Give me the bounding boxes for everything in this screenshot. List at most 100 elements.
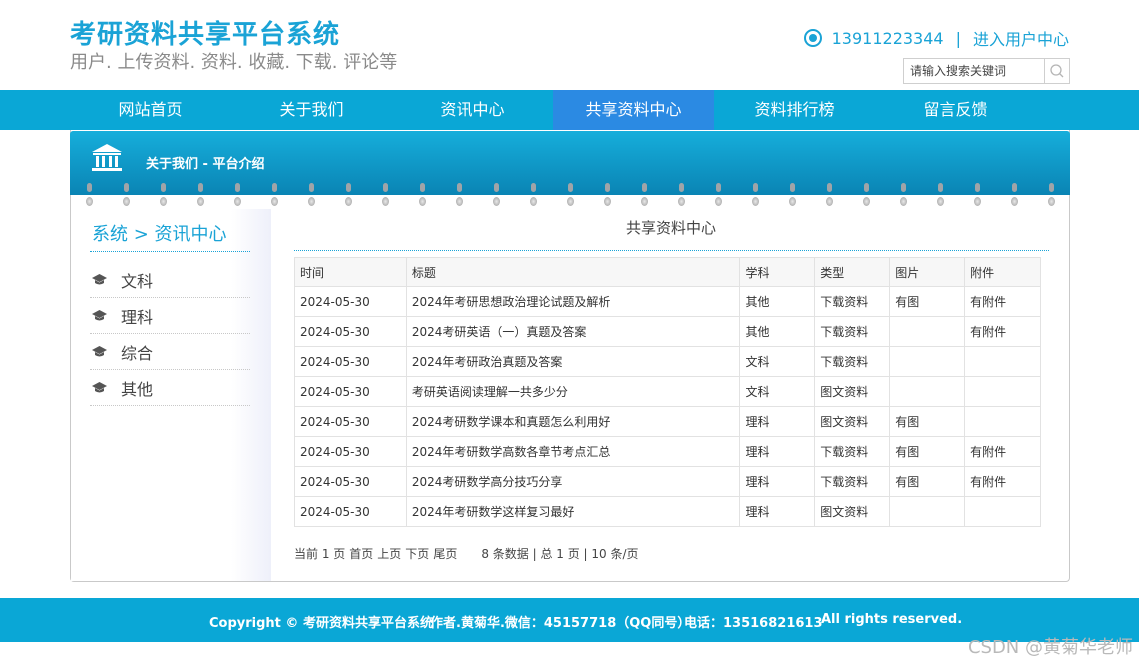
binder-ring <box>493 183 500 207</box>
cell-image <box>889 376 966 407</box>
cell-time: 2024-05-30 <box>294 286 407 317</box>
target-icon <box>803 29 822 47</box>
sidebar-item-general[interactable]: 综合 <box>90 334 250 370</box>
bank-icon <box>92 144 122 171</box>
cell-image: 有图 <box>889 436 966 467</box>
binder-ring <box>86 183 93 207</box>
binder-ring <box>271 183 278 207</box>
cell-type: 图文资料 <box>814 496 891 527</box>
breadcrumb: 系统 > 资讯中心 <box>92 224 227 245</box>
column-header-time: 时间 <box>294 257 407 287</box>
cell-title[interactable]: 2024年考研数学高数各章节考点汇总 <box>405 436 741 467</box>
graduation-cap-icon <box>92 273 107 286</box>
cell-time: 2024-05-30 <box>294 466 407 497</box>
graduation-cap-icon <box>92 345 107 358</box>
sidebar-item-label: 理科 <box>121 307 154 327</box>
search-button[interactable] <box>1044 59 1069 83</box>
cell-attachment: 有附件 <box>964 436 1041 467</box>
column-header-title: 标题 <box>405 257 741 287</box>
cell-title[interactable]: 2024考研数学课本和真题怎么利用好 <box>405 406 741 437</box>
prev-page-link[interactable]: 上页 <box>377 545 401 562</box>
cell-title[interactable]: 2024考研英语（一）真题及答案 <box>405 316 741 347</box>
cell-subject: 理科 <box>739 466 816 497</box>
last-page-link[interactable]: 尾页 <box>433 545 457 562</box>
graduation-cap-icon <box>92 381 107 394</box>
content-title-divider <box>294 250 1049 251</box>
cell-title[interactable]: 2024考研数学高分技巧分享 <box>405 466 741 497</box>
column-header-subject: 学科 <box>739 257 816 287</box>
cell-image: 有图 <box>889 406 966 437</box>
cell-subject: 文科 <box>739 376 816 407</box>
binder-ring <box>900 183 907 207</box>
binder-ring <box>604 183 611 207</box>
cell-attachment <box>964 496 1041 527</box>
cell-time: 2024-05-30 <box>294 496 407 527</box>
binder-ring <box>308 183 315 207</box>
cell-type: 图文资料 <box>814 376 891 407</box>
user-center-link[interactable]: 进入用户中心 <box>973 26 1069 50</box>
table-row: 2024-05-30 2024年考研数学高数各章节考点汇总 理科 下载资料 有图 有附件 <box>294 436 1041 467</box>
column-header-image: 图片 <box>889 257 966 287</box>
binder-ring <box>863 183 870 207</box>
cell-attachment <box>964 376 1041 407</box>
table-header-row: 时间 标题 学科 类型 图片 附件 <box>294 257 1041 287</box>
first-page-link[interactable]: 首页 <box>349 545 373 562</box>
search-icon <box>1050 64 1064 78</box>
cell-time: 2024-05-30 <box>294 376 407 407</box>
pagination-stats: 8 条数据 | 总 1 页 | 10 条/页 <box>481 547 639 561</box>
table-row: 2024-05-30 2024年考研思想政治理论试题及解析 其他 下载资料 有图 有附件 <box>294 286 1041 317</box>
binder-ring <box>641 183 648 207</box>
site-subtitle: 用户. 上传资料. 资料. 收藏. 下载. 评论等 <box>70 52 398 73</box>
footer-phone: 电话：13516821613 <box>684 616 823 631</box>
cell-subject: 文科 <box>739 346 816 377</box>
search-input[interactable] <box>904 59 1044 83</box>
site-header: 考研资料共享平台系统 用户. 上传资料. 资料. 收藏. 下载. 评论等 139… <box>0 0 1139 90</box>
nav-news[interactable]: 资讯中心 <box>392 90 553 130</box>
sidebar-item-liberal-arts[interactable]: 文科 <box>90 262 250 298</box>
binder-ring <box>789 183 796 207</box>
cell-image <box>889 346 966 377</box>
nav-shared-materials[interactable]: 共享资料中心 <box>553 90 714 130</box>
nav-about[interactable]: 关于我们 <box>231 90 392 130</box>
materials-table: 时间 标题 学科 类型 图片 附件 2024-05-30 2024年考研思想政治理… <box>294 257 1041 527</box>
cell-title[interactable]: 2024年考研数学这样复习最好 <box>405 496 741 527</box>
cell-type: 图文资料 <box>814 406 891 437</box>
table-row: 2024-05-30 2024年考研数学这样复习最好 理科 图文资料 <box>294 496 1041 527</box>
cell-attachment: 有附件 <box>964 286 1041 317</box>
binder-ring <box>160 183 167 207</box>
binder-ring <box>1048 183 1055 207</box>
nav-feedback[interactable]: 留言反馈 <box>875 90 1036 130</box>
cell-time: 2024-05-30 <box>294 346 407 377</box>
binder-ring <box>752 183 759 207</box>
cell-title[interactable]: 考研英语阅读理解一共多少分 <box>405 376 741 407</box>
binder-ring <box>1011 183 1018 207</box>
sidebar-item-label: 综合 <box>121 343 154 363</box>
binder-ring <box>419 183 426 207</box>
cell-title[interactable]: 2024年考研思想政治理论试题及解析 <box>405 286 741 317</box>
cell-time: 2024-05-30 <box>294 436 407 467</box>
next-page-link[interactable]: 下页 <box>405 545 429 562</box>
cell-type: 下载资料 <box>814 466 891 497</box>
table-row: 2024-05-30 2024考研数学高分技巧分享 理科 下载资料 有图 有附件 <box>294 466 1041 497</box>
contact-bar: 13911223344 | 进入用户中心 <box>803 26 1069 50</box>
binder-ring <box>123 183 130 207</box>
nav-ranking[interactable]: 资料排行榜 <box>714 90 875 130</box>
column-header-type: 类型 <box>814 257 891 287</box>
graduation-cap-icon <box>92 309 107 322</box>
cell-title[interactable]: 2024年考研政治真题及答案 <box>405 346 741 377</box>
binder-ring <box>382 183 389 207</box>
breadcrumb-divider <box>90 251 250 252</box>
table-row: 2024-05-30 2024年考研政治真题及答案 文科 下载资料 <box>294 346 1041 377</box>
sidebar-item-science[interactable]: 理科 <box>90 298 250 334</box>
footer-copyright: Copyright © 考研资料共享平台系统 <box>209 616 433 631</box>
binder-ring <box>715 183 722 207</box>
cell-image <box>889 496 966 527</box>
cell-subject: 其他 <box>739 286 816 317</box>
binder-ring <box>567 183 574 207</box>
site-title: 考研资料共享平台系统 <box>70 20 341 50</box>
cell-subject: 理科 <box>739 496 816 527</box>
nav-home[interactable]: 网站首页 <box>70 90 231 130</box>
cell-type: 下载资料 <box>814 286 891 317</box>
sidebar-item-other[interactable]: 其他 <box>90 370 250 406</box>
cell-type: 下载资料 <box>814 316 891 347</box>
